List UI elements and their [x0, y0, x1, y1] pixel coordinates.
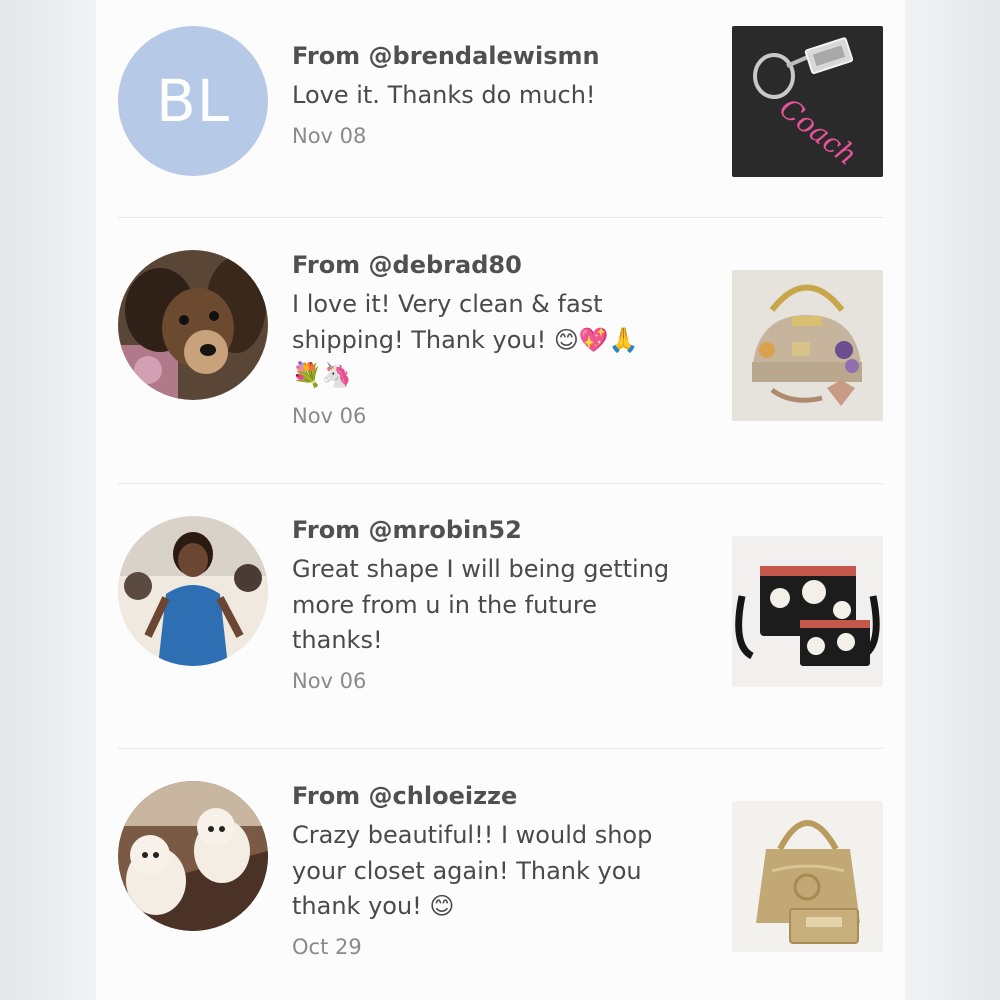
keychain-photo: Coach [732, 26, 883, 177]
review-comment: Love it. Thanks do much! [292, 81, 596, 109]
dogs-photo [118, 781, 268, 931]
review-date: Oct 29 [292, 934, 362, 959]
crossbody-bag-photo [732, 536, 883, 687]
review-text: From @chloeizze Crazy beautiful!! I woul… [292, 780, 712, 961]
review-date: Nov 08 [292, 123, 367, 148]
handbag-photo [732, 270, 883, 421]
review-item: From @debrad80 I love it! Very clean & f… [96, 218, 905, 484]
tote-bag-photo [732, 801, 883, 952]
user-avatar[interactable] [118, 516, 268, 666]
listing-thumbnail[interactable] [732, 270, 883, 421]
page-background-right [905, 0, 1000, 1000]
page-background-left [0, 0, 96, 1000]
review-date: Nov 06 [292, 403, 367, 428]
review-comment: Great shape I will being getting more fr… [292, 555, 670, 654]
review-text: From @debrad80 I love it! Very clean & f… [292, 249, 712, 430]
reviewer-username[interactable]: From @mrobin52 [292, 514, 712, 546]
review-comment: I love it! Very clean & fast shipping! T… [292, 290, 639, 389]
love-notes-list: BL From @brendalewismn Love it. Thanks d… [96, 0, 905, 1000]
dog-photo [118, 250, 268, 400]
review-date: Nov 06 [292, 668, 367, 693]
avatar-initials: BL [155, 67, 231, 135]
woman-photo [118, 516, 268, 666]
user-avatar[interactable] [118, 250, 268, 400]
review-item: From @chloeizze Crazy beautiful!! I woul… [96, 749, 905, 1000]
review-item: From @mrobin52 Great shape I will being … [96, 484, 905, 749]
review-text: From @mrobin52 Great shape I will being … [292, 514, 712, 695]
user-avatar[interactable]: BL [118, 26, 268, 176]
review-comment: Crazy beautiful!! I would shop your clos… [292, 821, 653, 920]
review-item: BL From @brendalewismn Love it. Thanks d… [96, 0, 905, 218]
listing-thumbnail[interactable]: Coach [732, 26, 883, 177]
reviewer-username[interactable]: From @brendalewismn [292, 40, 712, 72]
listing-thumbnail[interactable] [732, 536, 883, 687]
listing-thumbnail[interactable] [732, 801, 883, 952]
reviewer-username[interactable]: From @chloeizze [292, 780, 712, 812]
reviewer-username[interactable]: From @debrad80 [292, 249, 712, 281]
review-text: From @brendalewismn Love it. Thanks do m… [292, 40, 712, 150]
user-avatar[interactable] [118, 781, 268, 931]
